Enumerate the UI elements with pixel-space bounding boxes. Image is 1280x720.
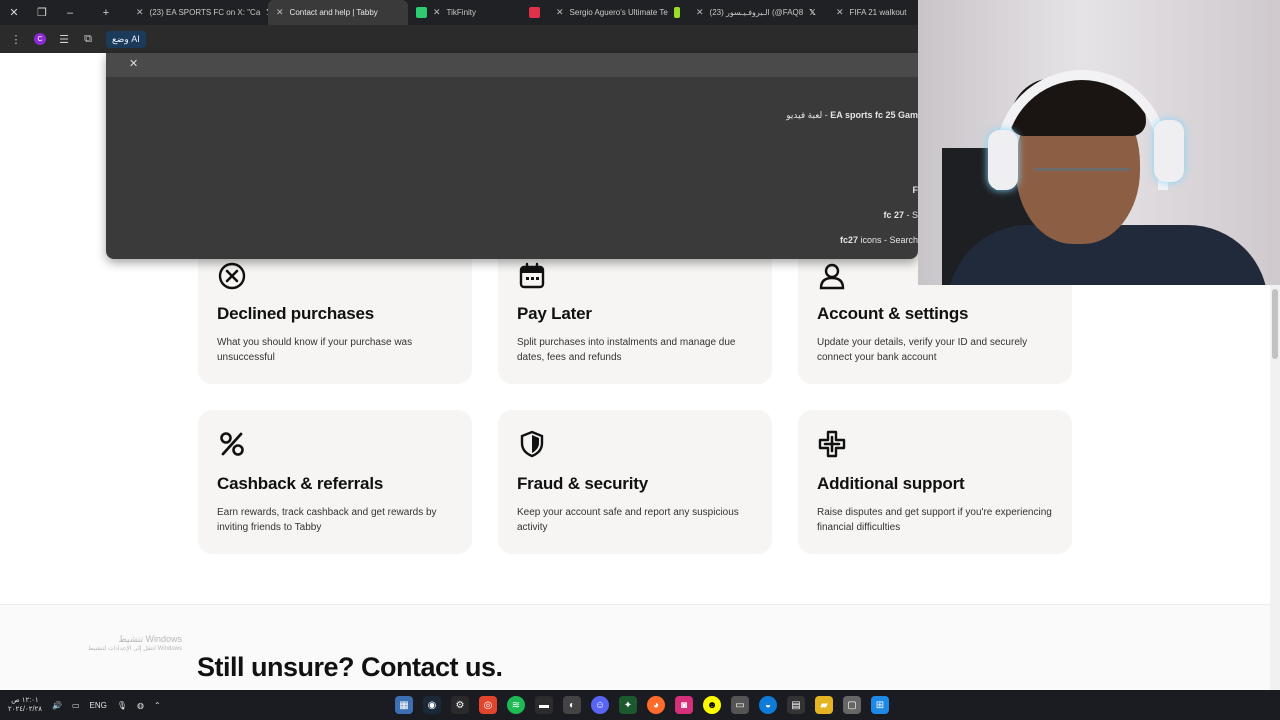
xbox-app-icon[interactable]: ▭ [731,696,749,714]
futbin-icon [673,7,680,18]
contact-section [0,605,1270,690]
x-logo-icon: 𝕏 [809,8,816,17]
card-title: Declined purchases [217,304,375,323]
network-icon[interactable]: ◍ [137,701,144,710]
card-title: Account & settings [817,304,969,323]
instagram-app-icon[interactable]: ◙ [675,696,693,714]
webcam-overlay [918,0,1280,285]
omnibox-suggestion[interactable]: لعبة فيديو - EA sports fc 25 Gam [786,110,918,121]
calendar-icon [519,262,545,289]
omnibox-suggestion[interactable]: fc27 icons - Search [840,235,918,245]
restore-window-icon[interactable]: ❐ [28,0,56,25]
menu-dots-icon[interactable]: ⋮ [10,33,22,46]
firefox-app-icon[interactable]: ◕ [647,696,665,714]
card-pay-later[interactable]: Pay Later Split purchases into instalmen… [498,240,772,384]
tab-professor[interactable]: ✕ (23) الـبروفـيـسور (@FAQ8 𝕏 [688,0,828,25]
tabby-icon [416,7,427,18]
window-app-icon[interactable]: ▢ [843,696,861,714]
ai-mode-button[interactable]: وضع AI [106,30,146,48]
close-window-icon[interactable]: ✕ [0,0,28,25]
tab-title: Sergio Aguero's Ultimate Te [569,8,668,17]
close-tab-icon[interactable]: ✕ [276,7,284,18]
discord-app-icon[interactable]: ☺ [591,696,609,714]
calculator-app-icon[interactable]: ▦ [395,696,413,714]
card-description: Raise disputes and get support if you're… [817,507,1052,533]
headphone-cup-right [1154,120,1184,182]
percent-icon [220,432,244,456]
scrollbar-thumb[interactable] [1272,289,1278,359]
close-tab-icon[interactable]: ✕ [433,7,441,18]
plus-cross-icon [818,430,846,458]
terminal-app-icon[interactable]: ▬ [535,696,553,714]
watermark-title: تنشيط Windows [118,634,182,644]
card-declined-purchases[interactable]: Declined purchases What you should know … [198,240,472,384]
minimize-window-icon[interactable]: – [56,0,84,25]
windows-taskbar: ١٢:٠١ ص ٢٠٢٤/٠٢/٢٨ 🔊 ▭ ENG 🎙 ◍ ⌃ ▦ ◉ ⚙ ◎… [0,690,1280,720]
obs-app-icon[interactable]: ◐ [563,696,581,714]
tab-tabby-contact[interactable]: ✕ Contact and help | Tabby [268,0,408,25]
watermark-subtitle: انتقل إلى الإعدادات لتنشيط Windows [87,646,182,652]
user-icon [819,263,845,290]
card-title: Fraud & security [517,474,648,493]
microphone-icon[interactable]: 🎙 [117,701,127,710]
taskbar-apps: ▦ ◉ ⚙ ◎ ≋ ▬ ◐ ☺ ✦ ◕ ◙ ☻ ▭ ◒ ▤ ▰ ▢ ⊞ [395,690,889,720]
card-additional-support[interactable]: Additional support Raise disputes and ge… [798,410,1072,554]
page-scrollbar[interactable] [1270,285,1280,690]
extensions-puzzle-icon[interactable]: ⧉ [82,33,94,45]
card-title: Cashback & referrals [217,474,384,493]
omnibox-suggestion[interactable]: fc 27 - S [883,210,918,220]
close-tab-icon[interactable]: ✕ [836,7,844,18]
razer-app-icon[interactable]: ✦ [619,696,637,714]
address-bar-input[interactable] [106,53,918,77]
card-title: Additional support [817,474,965,493]
tab-tikfinity[interactable]: ✕ TikFinity [408,0,548,25]
display-icon[interactable]: ▭ [72,701,80,710]
system-tray: ١٢:٠١ ص ٢٠٢٤/٠٢/٢٨ 🔊 ▭ ENG 🎙 ◍ ⌃ [8,690,161,720]
windows-activation-watermark: تنشيط Windows انتقل إلى الإعدادات لتنشيط… [65,634,182,652]
card-cashback-referrals[interactable]: Cashback & referrals Earn rewards, track… [198,410,472,554]
steam-app-icon[interactable]: ◉ [423,696,441,714]
volume-icon[interactable]: 🔊 [52,701,62,710]
tab-title: TikFinity [446,8,477,17]
declined-x-circle-icon [218,262,246,290]
contact-heading: Still unsure? Contact us. [197,652,503,682]
close-tab-icon[interactable]: ✕ [136,7,144,18]
new-tab-button[interactable]: + [84,0,128,25]
tab-sergio-aguero[interactable]: ✕ Sergio Aguero's Ultimate Te [548,0,688,25]
card-description: Keep your account safe and report any su… [517,507,739,533]
file-explorer-icon[interactable]: ▰ [815,696,833,714]
reading-list-icon[interactable]: ☰ [58,33,70,46]
tab-title: (23) EA SPORTS FC on X: "Ca [149,8,261,17]
omnibox-dropdown: ✕ لعبة فيديو - EA sports fc 25 Gam F fc … [106,53,918,259]
chrome-app-icon[interactable]: ◎ [479,696,497,714]
card-fraud-security[interactable]: Fraud & security Keep your account safe … [498,410,772,554]
edge-app-icon[interactable]: ◒ [759,696,777,714]
card-title: Pay Later [517,304,592,323]
headphone-cup-left [988,130,1018,190]
extension-c-icon[interactable]: C [34,33,46,45]
tab-title: Contact and help | Tabby [289,8,378,17]
snapchat-app-icon[interactable]: ☻ [703,696,721,714]
tab-ea-sports-fc[interactable]: ✕ (23) EA SPORTS FC on X: "Ca 𝕏 [128,0,268,25]
close-tab-icon[interactable]: ✕ [696,7,704,18]
card-description: Update your details, verify your ID and … [817,337,1028,363]
card-description: What you should know if your purchase wa… [217,337,413,363]
card-description: Split purchases into instalments and man… [517,337,736,363]
tab-fifa-walkout[interactable]: ✕ FIFA 21 walkout - [828,0,908,25]
spotify-app-icon[interactable]: ≋ [507,696,525,714]
windows-start-icon[interactable]: ⊞ [871,696,889,714]
close-tab-icon[interactable]: ✕ [556,7,564,18]
tikfinity-icon [529,7,540,18]
language-indicator[interactable]: ENG [90,701,107,710]
close-icon[interactable]: ✕ [129,57,138,70]
card-description: Earn rewards, track cashback and get rew… [217,507,437,533]
settings-gear-icon[interactable]: ⚙ [451,696,469,714]
tab-title: (23) الـبروفـيـسور (@FAQ8 [709,8,804,17]
calendar-app-icon[interactable]: ▤ [787,696,805,714]
chevron-up-icon[interactable]: ⌃ [154,701,161,710]
taskbar-clock[interactable]: ١٢:٠١ ص ٢٠٢٤/٠٢/٢٨ [8,696,42,714]
tab-title: FIFA 21 walkout - [849,8,908,17]
shield-icon [520,430,544,458]
